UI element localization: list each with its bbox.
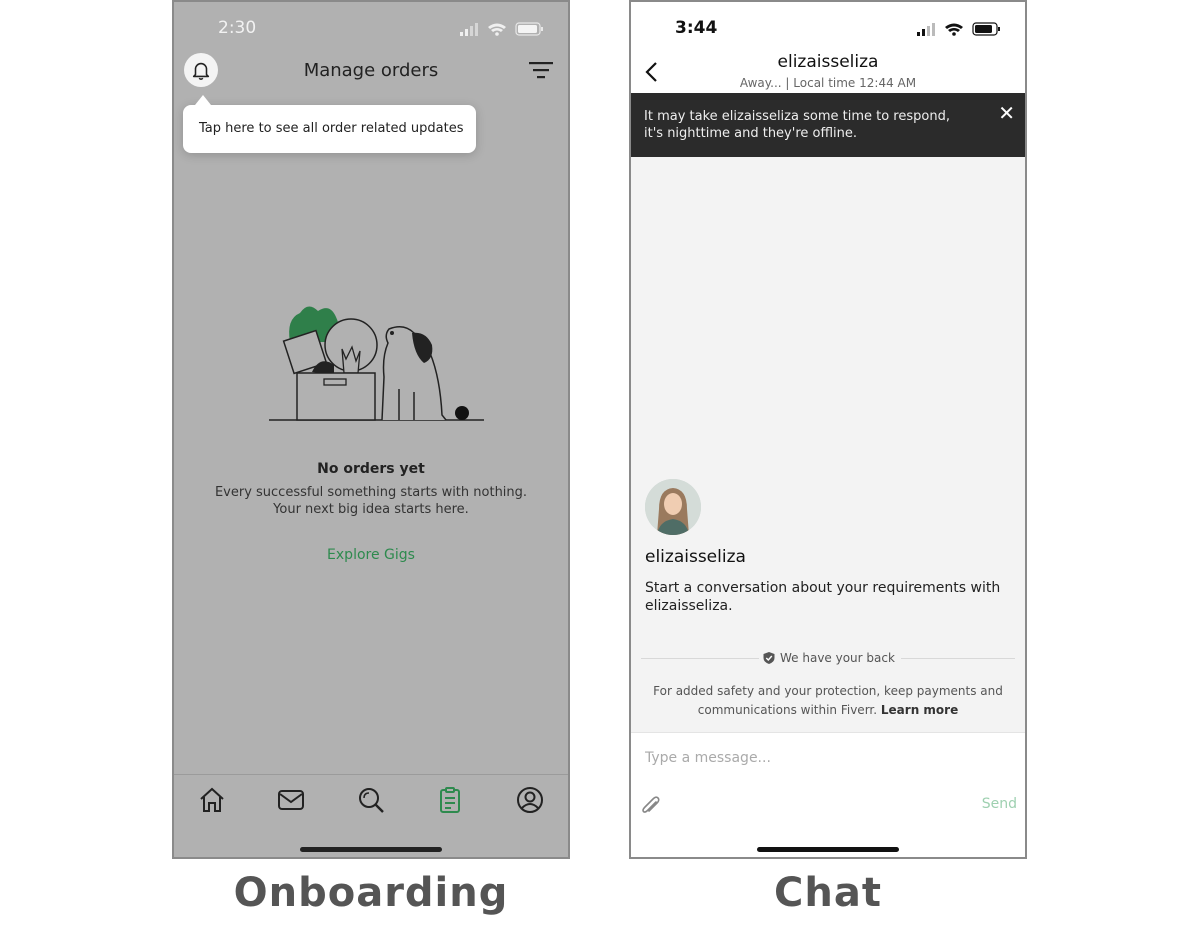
empty-state-line-1: Every successful something starts with n… xyxy=(214,485,528,500)
onboarding-screen: 2:30 Manage orders Tap here to see all o… xyxy=(172,0,570,859)
tooltip-text: Tap here to see all order related update… xyxy=(199,121,464,136)
intro-line-2: elizaisseliza. xyxy=(645,598,733,614)
empty-state-illustration-icon xyxy=(269,306,484,421)
seller-photo-icon xyxy=(645,479,701,535)
home-indicator xyxy=(300,847,442,852)
filter-icon[interactable] xyxy=(528,60,554,80)
safety-line-2-text: communications within Fiverr. xyxy=(697,703,878,717)
chat-username: elizaisseliza xyxy=(777,52,879,72)
intro-line-1: Start a conversation about your requirem… xyxy=(645,580,1001,596)
banner-line-2: it's nighttime and they're offline. xyxy=(644,126,858,141)
home-indicator xyxy=(757,847,899,852)
chat-status-subtitle: Away... | Local time 12:44 AM xyxy=(739,76,917,90)
explore-gigs-link[interactable]: Explore Gigs xyxy=(174,547,568,563)
close-icon[interactable]: ✕ xyxy=(998,103,1015,123)
bottom-nav xyxy=(174,774,568,825)
message-composer: Send xyxy=(631,732,1025,857)
orders-icon[interactable] xyxy=(435,785,465,815)
paperclip-icon[interactable] xyxy=(640,794,662,818)
status-time: 3:44 xyxy=(675,18,718,38)
avatar xyxy=(645,479,701,535)
page-title: Manage orders xyxy=(303,60,439,81)
seller-name: elizaisseliza xyxy=(645,547,746,567)
chat-screen: 3:44 elizaisseliza Away... | Local time … xyxy=(629,0,1027,859)
caption-onboarding: Onboarding xyxy=(233,870,509,916)
status-icons xyxy=(460,22,543,36)
shield-check-icon xyxy=(763,652,775,664)
divider xyxy=(901,658,1015,659)
home-icon[interactable] xyxy=(197,785,227,815)
inbox-icon[interactable] xyxy=(276,785,306,815)
chat-body xyxy=(631,157,1025,732)
empty-state-title: No orders yet xyxy=(317,461,425,477)
learn-more-link[interactable]: Learn more xyxy=(881,703,958,717)
empty-state-line-2: Your next big idea starts here. xyxy=(273,502,469,517)
safety-line-1: For added safety and your protection, ke… xyxy=(653,684,1003,698)
caption-chat: Chat xyxy=(774,870,882,916)
send-button[interactable]: Send xyxy=(982,796,1017,812)
offline-banner: It may take elizaisseliza some time to r… xyxy=(631,93,1025,157)
status-icons xyxy=(917,22,1000,36)
onboarding-tooltip[interactable]: Tap here to see all order related update… xyxy=(183,95,476,153)
profile-icon[interactable] xyxy=(515,785,545,815)
search-icon[interactable] xyxy=(356,785,386,815)
divider xyxy=(641,658,759,659)
protection-badge: We have your back xyxy=(762,651,895,665)
status-time: 2:30 xyxy=(218,18,257,38)
protection-badge-label: We have your back xyxy=(780,651,895,665)
safety-line-2: communications within Fiverr. Learn more xyxy=(631,703,1025,717)
banner-line-1: It may take elizaisseliza some time to r… xyxy=(644,109,950,124)
message-input[interactable] xyxy=(643,749,1007,767)
